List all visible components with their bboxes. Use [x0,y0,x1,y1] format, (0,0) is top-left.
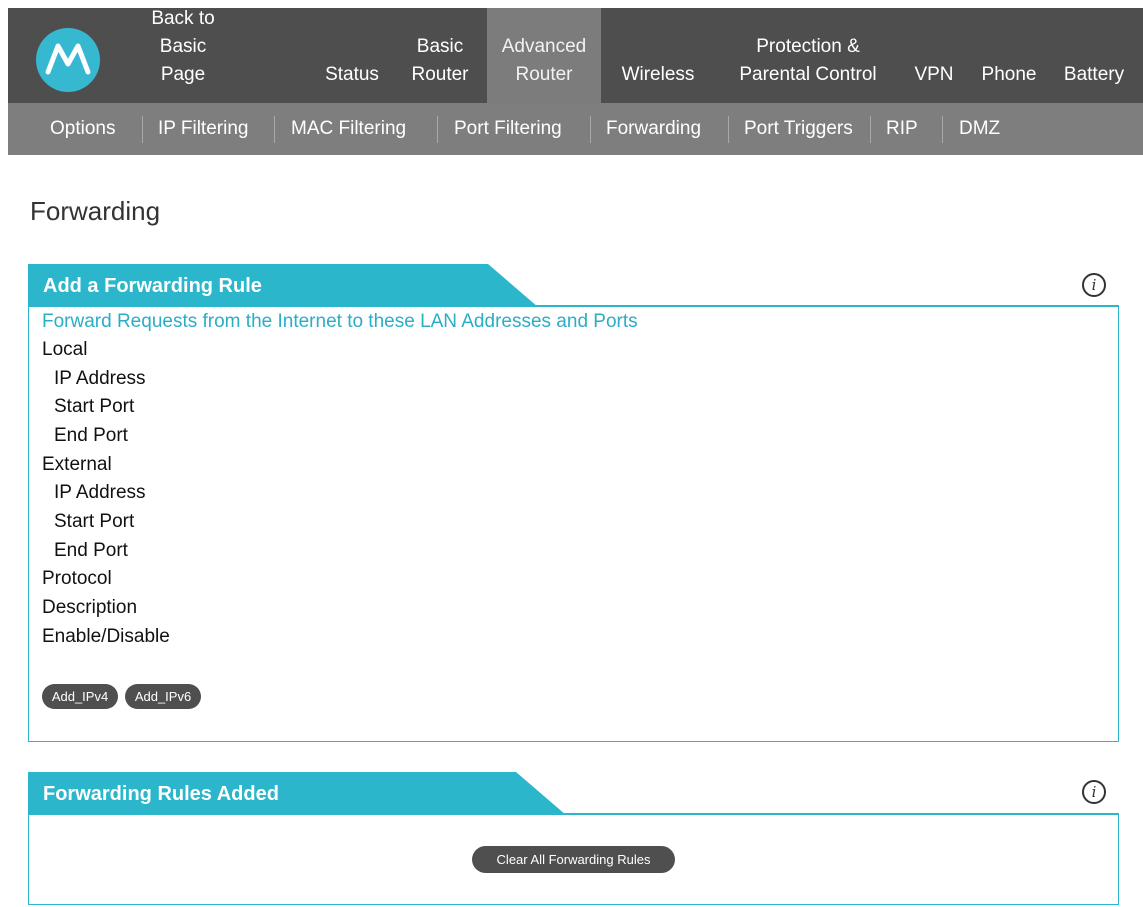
nav-label-line1: Basic [416,36,464,57]
rules-added-panel-header: Forwarding Rules Added [28,772,568,815]
add-rule-panel-header: Add a Forwarding Rule [28,264,540,307]
section-heading: Forward Requests from the Internet to th… [42,311,638,332]
info-icon[interactable]: i [1082,780,1106,804]
nav-label-line2: Router [411,64,469,85]
clear-all-forwarding-rules-button[interactable]: Clear All Forwarding Rules [472,846,675,873]
divider [870,116,871,143]
info-icon[interactable]: i [1082,273,1106,297]
field-label-local-start-port: Start Port [54,396,135,417]
field-label-description: Description [42,597,138,618]
divider [590,116,591,143]
tab-options[interactable]: Options [50,103,115,155]
tab-rip[interactable]: RIP [886,103,918,155]
tab-port-triggers[interactable]: Port Triggers [744,103,853,155]
field-label-external-start-port: Start Port [54,511,135,532]
motorola-logo-icon[interactable] [36,28,100,92]
tab-port-filtering[interactable]: Port Filtering [454,103,562,155]
add-ipv4-button[interactable]: Add_IPv4 [42,684,118,709]
field-label-external: External [42,454,112,475]
field-label-local-end-port: End Port [54,425,128,446]
field-label-local: Local [42,339,88,360]
nav-battery[interactable]: Battery [1053,8,1135,103]
divider [142,116,143,143]
nav-advanced-router[interactable]: Advanced Router [487,8,601,103]
nav-vpn[interactable]: VPN [904,8,964,103]
field-label-enable-disable: Enable/Disable [42,626,170,647]
divider [437,116,438,143]
field-label-protocol: Protocol [42,568,112,589]
nav-phone[interactable]: Phone [974,8,1044,103]
nav-back-to-basic[interactable]: Back to Basic Page [135,8,231,103]
nav-label-line1: Protection & [756,36,860,57]
field-label-external-end-port: End Port [54,540,128,561]
add-rule-panel [28,305,1119,742]
nav-status[interactable]: Status [312,8,392,103]
rules-added-panel-title: Forwarding Rules Added [43,783,279,805]
add-rule-panel-title: Add a Forwarding Rule [43,275,262,297]
nav-wireless[interactable]: Wireless [608,8,708,103]
field-label-external-ip-address: IP Address [54,482,146,503]
nav-label-line1: Back to [151,8,215,29]
nav-label: Wireless [621,64,695,85]
nav-label: VPN [914,64,954,85]
nav-label-line2: Parental Control [739,64,877,85]
field-label-local-ip-address: IP Address [54,368,146,389]
divider [274,116,275,143]
top-nav-bar: Back to Basic Page Status Basic Router A… [8,8,1143,103]
nav-label: Status [325,64,379,85]
nav-label-line2: Router [515,64,573,85]
nav-protection-parental-control[interactable]: Protection & Parental Control [728,8,888,103]
nav-label: Phone [981,64,1037,85]
divider [942,116,943,143]
active-tab-indicator [649,146,669,155]
tab-mac-filtering[interactable]: MAC Filtering [291,103,406,155]
divider [728,116,729,143]
sub-nav-bar: Options IP Filtering MAC Filtering Port … [8,103,1143,155]
nav-label-line1: Advanced [501,36,587,57]
tab-dmz[interactable]: DMZ [959,103,1000,155]
nav-label: Battery [1063,64,1125,85]
tab-ip-filtering[interactable]: IP Filtering [158,103,248,155]
nav-basic-router[interactable]: Basic Router [405,8,475,103]
page-title: Forwarding [30,196,161,226]
add-ipv6-button[interactable]: Add_IPv6 [125,684,201,709]
nav-label-line2: Basic Page [159,36,207,85]
